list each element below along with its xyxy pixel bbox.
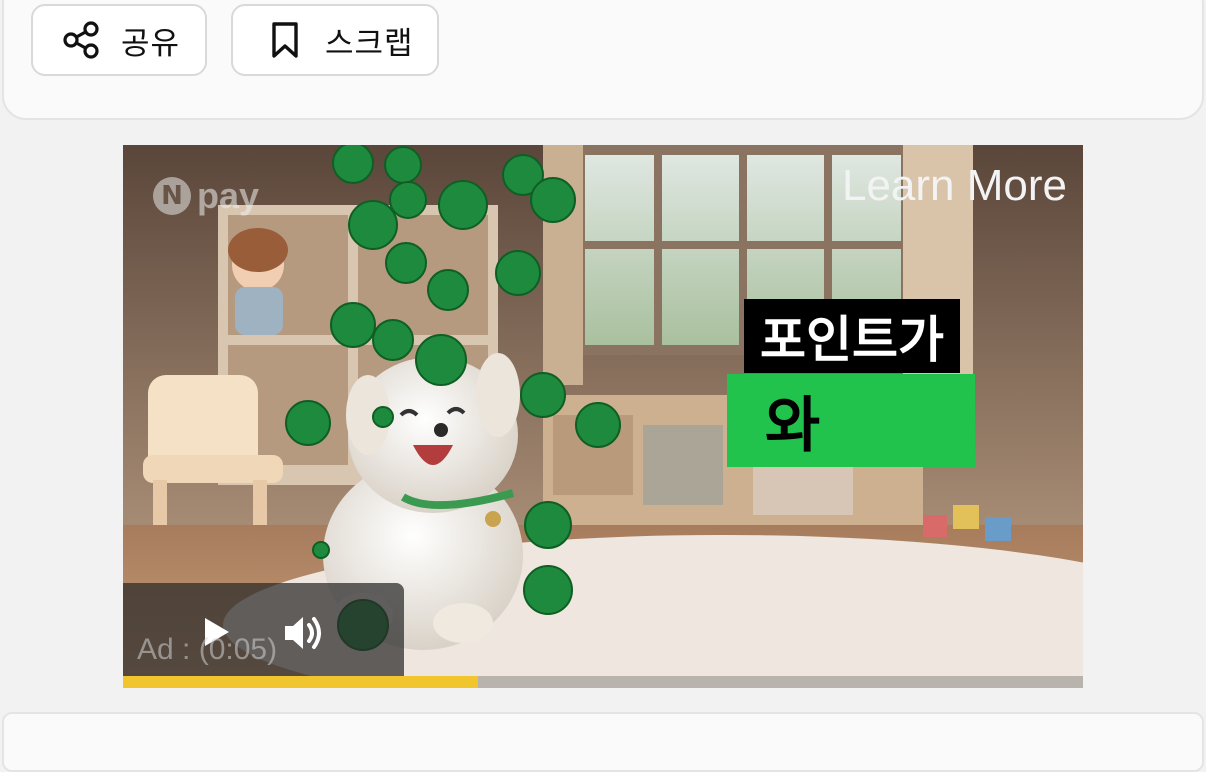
scrap-button[interactable]: 스크랩 bbox=[231, 4, 439, 76]
ad-countdown: Ad : (0:05) bbox=[137, 633, 278, 666]
scrap-label: 스크랩 bbox=[325, 25, 414, 62]
caption-line-1: 포인트가 bbox=[744, 299, 960, 373]
learn-more-link[interactable]: Learn More bbox=[842, 161, 1067, 211]
caption-line-2: 와 bbox=[727, 374, 975, 467]
next-card bbox=[2, 712, 1204, 772]
progress-fill bbox=[123, 676, 479, 688]
volume-icon[interactable] bbox=[283, 613, 325, 657]
bookmark-icon bbox=[265, 20, 305, 60]
progress-bar[interactable] bbox=[123, 676, 1083, 688]
share-button[interactable]: 공유 bbox=[31, 4, 207, 76]
share-label: 공유 bbox=[121, 25, 181, 62]
npay-logo-n: N bbox=[153, 177, 191, 215]
share-icon bbox=[61, 20, 101, 60]
video-controls: Ad : (0:05) bbox=[123, 583, 404, 676]
npay-logo-text: pay bbox=[197, 175, 260, 216]
video-ad-player[interactable]: N pay Learn More 포인트가 와 Ad : (0:05) bbox=[123, 145, 1083, 688]
npay-logo: N pay bbox=[153, 175, 259, 217]
action-bar: 공유 스크랩 bbox=[2, 0, 1204, 120]
